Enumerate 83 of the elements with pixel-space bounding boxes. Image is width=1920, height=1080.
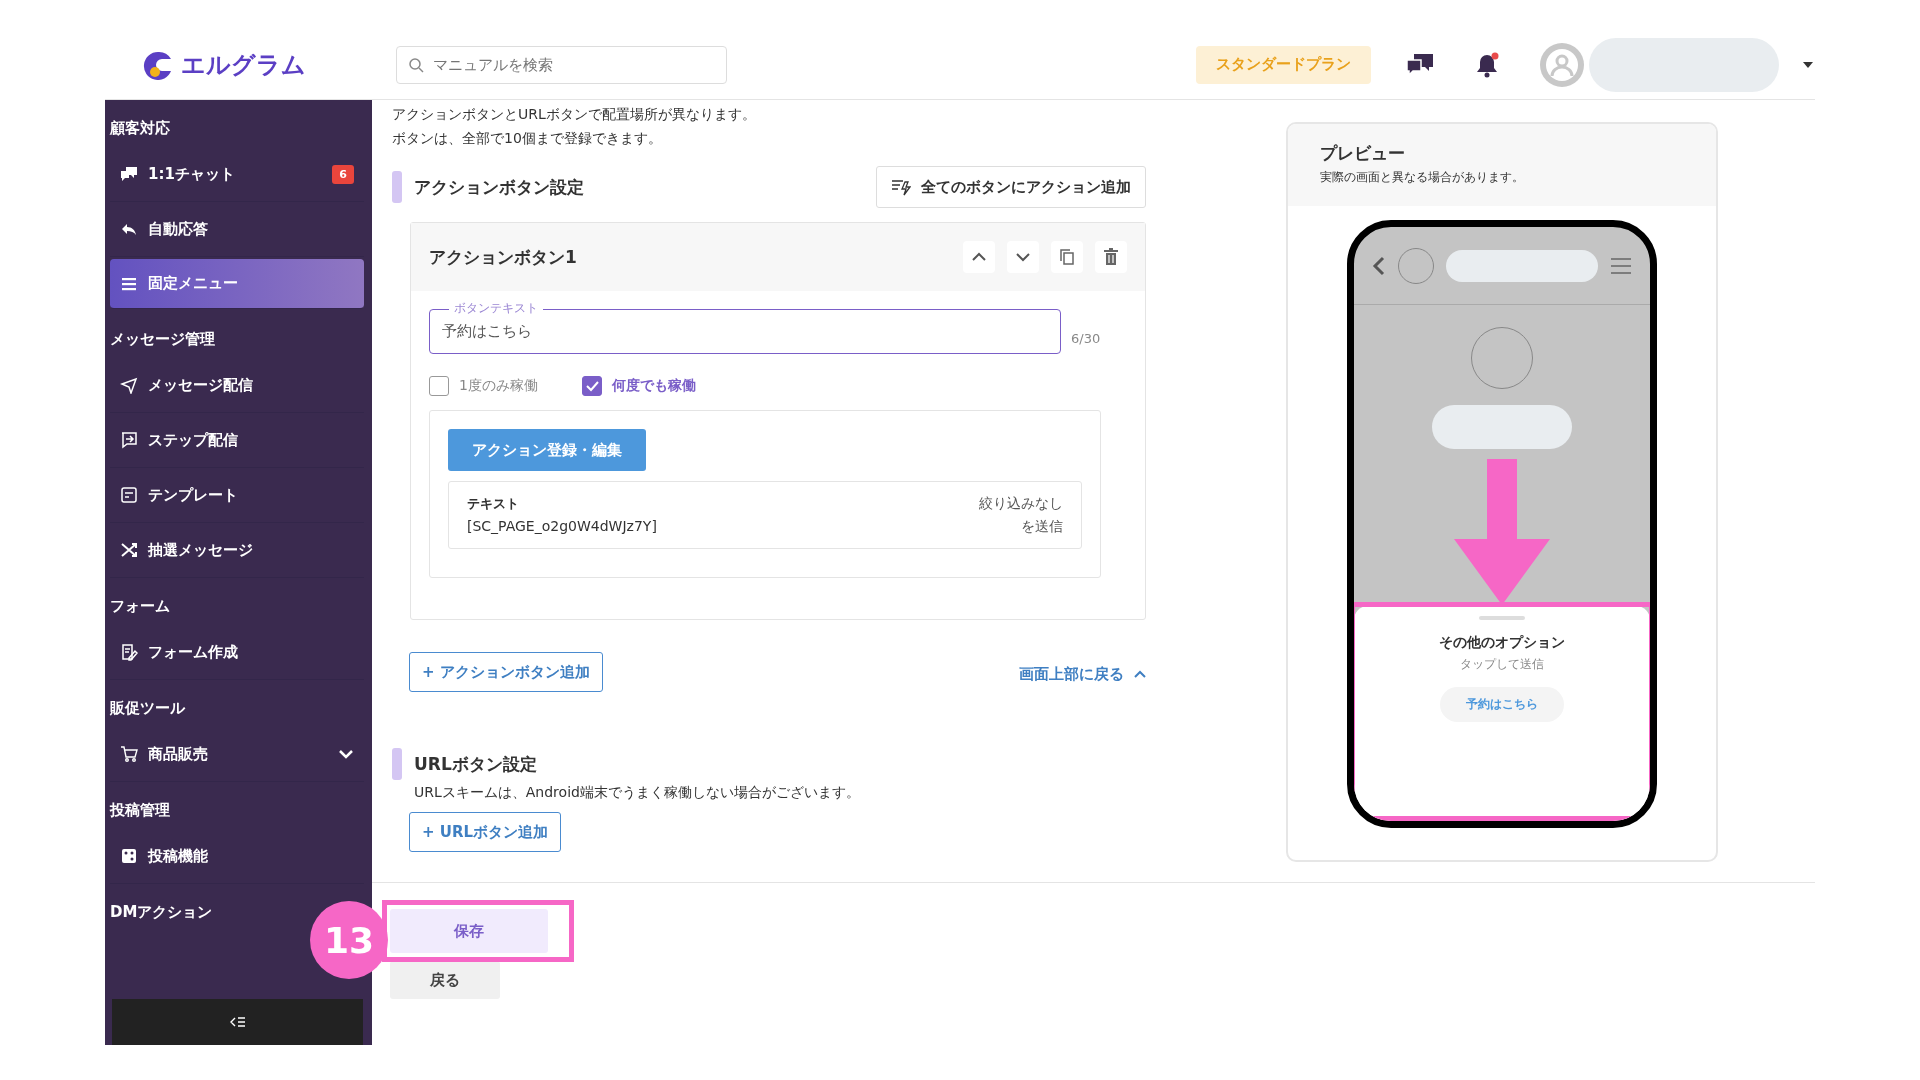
sidebar-item-label: メッセージ配信 xyxy=(148,375,254,395)
sidebar-item[interactable]: 商品販売 xyxy=(110,727,364,782)
back-button[interactable]: 戻る xyxy=(390,961,500,999)
unread-count-badge: 6 xyxy=(332,164,354,184)
sidebar-item-label: ステップ配信 xyxy=(148,430,239,450)
sidebar-item-label: 自動応答 xyxy=(148,219,209,239)
back-to-top-link[interactable]: 画面上部に戻る xyxy=(1019,664,1146,684)
message-arrow-icon xyxy=(120,431,138,449)
section-title: アクションボタン設定 xyxy=(414,175,584,199)
sidebar-item[interactable]: テンプレート xyxy=(110,468,364,523)
sheet-subtitle: タップして送信 xyxy=(1460,656,1544,673)
save-button[interactable]: 保存 xyxy=(390,909,548,953)
sidebar-item[interactable]: フォーム作成 xyxy=(110,625,364,680)
copy-icon xyxy=(1059,248,1075,266)
dice-icon xyxy=(120,847,138,865)
sidebar-item-label: テンプレート xyxy=(148,485,239,505)
action-type: テキスト xyxy=(467,495,520,513)
filter-text: を送信 xyxy=(1021,517,1063,536)
cart-icon xyxy=(120,745,138,763)
sidebar-section-title: 投稿管理 xyxy=(110,801,170,820)
filter-text: 絞り込みなし xyxy=(979,494,1063,513)
template-icon xyxy=(120,486,138,504)
form-edit-icon xyxy=(120,643,138,661)
sidebar-section-title: メッセージ管理 xyxy=(110,330,215,349)
section-marker xyxy=(392,748,402,780)
sheet-title: その他のオプション xyxy=(1439,634,1565,652)
preview-note: 実際の画面と異なる場合があります。 xyxy=(1320,169,1525,186)
section-title: URLボタン設定 xyxy=(414,752,537,776)
trash-icon xyxy=(1103,248,1119,266)
sidebar-item[interactable]: 抽選メッセージ xyxy=(110,523,364,578)
checkbox-label: 何度でも稼働 xyxy=(611,377,696,395)
collapse-icon xyxy=(229,1016,246,1028)
intro-text: アクションボタンとURLボタンで配置場所が異なります。 xyxy=(392,105,757,124)
sidebar-item[interactable]: ステップ配信 xyxy=(110,413,364,468)
delete-button[interactable] xyxy=(1095,241,1127,273)
sidebar-item[interactable]: メッセージ配信 xyxy=(110,358,364,413)
search-icon xyxy=(408,56,424,73)
sidebar-section-title: 顧客対応 xyxy=(110,119,170,138)
chat-bubbles-icon xyxy=(120,165,138,183)
chevron-up-icon xyxy=(1134,670,1146,678)
arrow-icon xyxy=(1454,459,1550,605)
sidebar-item-label: 抽選メッセージ xyxy=(148,540,254,560)
preview-title: プレビュー xyxy=(1320,142,1406,165)
checkbox[interactable] xyxy=(429,376,449,396)
sidebar-section-title: DMアクション xyxy=(110,903,213,922)
check-icon xyxy=(584,380,599,392)
search-field[interactable]: マニュアルを検索 xyxy=(396,45,727,84)
sidebar-item[interactable]: 固定メニュー xyxy=(110,259,364,309)
back-chevron-icon xyxy=(1372,255,1386,276)
add-action-button[interactable]: + アクションボタン追加 xyxy=(409,652,603,692)
sidebar-item-label: フォーム作成 xyxy=(148,642,239,662)
sidebar-item-label: 商品販売 xyxy=(148,744,209,764)
sidebar-item[interactable]: 1:1チャット 6 xyxy=(110,147,364,202)
move-up-button[interactable] xyxy=(963,241,995,273)
sidebar-item-label: 投稿機能 xyxy=(148,846,209,866)
sidebar-item-label: 1:1チャット xyxy=(148,164,236,184)
chevron-down-icon xyxy=(1015,252,1031,262)
sidebar-section-title: 販促ツール xyxy=(110,699,185,718)
add-action-to-all-button[interactable]: 全てのボタンにアクション追加 xyxy=(876,166,1146,208)
logo-text: エルグラム xyxy=(181,49,306,81)
field-label: ボタンテキスト xyxy=(449,301,543,316)
checkbox[interactable] xyxy=(581,376,602,396)
sidebar-item[interactable]: 投稿機能 xyxy=(110,829,364,884)
action-value: [SC_PAGE_o2g0W4dWJz7Y] xyxy=(467,517,657,536)
intro-text: ボタンは、全部で10個まで登録できます。 xyxy=(392,129,663,148)
add-url-button[interactable]: + URLボタン追加 xyxy=(409,812,562,852)
character-counter: 6/30 xyxy=(1071,331,1101,346)
caret-icon[interactable] xyxy=(1801,59,1815,70)
sidebar-section-title: フォーム xyxy=(110,597,170,616)
move-down-button[interactable] xyxy=(1007,241,1039,273)
menu-icon xyxy=(1610,256,1632,275)
lines-bolt-icon xyxy=(891,178,911,196)
chevron-icon[interactable] xyxy=(338,748,354,760)
url-note: URLスキームは、Android端末でうまく稼働しない場合がございます。 xyxy=(414,784,861,802)
section-marker xyxy=(392,171,402,203)
chevron-up-icon xyxy=(971,252,987,262)
sidebar-item-label: 固定メニュー xyxy=(148,274,239,293)
card-title: アクションボタン1 xyxy=(429,245,577,269)
copy-button[interactable] xyxy=(1051,241,1083,273)
sidebar-item[interactable]: 自動応答 xyxy=(110,202,364,257)
shuffle-icon xyxy=(120,541,138,559)
checkbox-label: 1度のみ稼働 xyxy=(459,377,538,395)
paper-plane-icon xyxy=(120,376,138,394)
